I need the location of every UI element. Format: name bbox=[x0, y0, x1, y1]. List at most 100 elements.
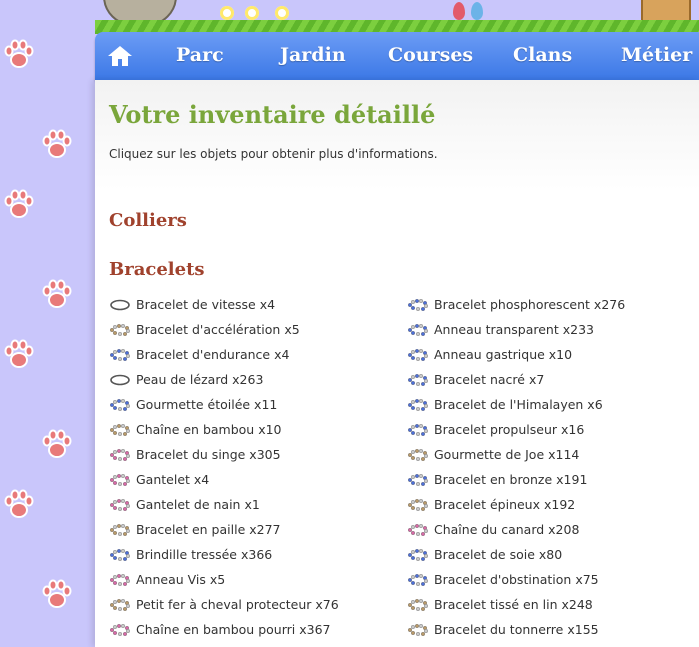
bead-bracelet-icon bbox=[110, 523, 131, 536]
list-item[interactable]: Bracelet en paille x277 bbox=[109, 517, 339, 542]
list-item[interactable]: Gourmette étoilée x11 bbox=[109, 392, 339, 417]
bead-bracelet-icon bbox=[110, 548, 131, 561]
home-icon[interactable] bbox=[107, 44, 133, 68]
paw-icon bbox=[40, 278, 74, 312]
intro-text: Cliquez sur les objets pour obtenir plus… bbox=[109, 147, 438, 161]
list-item[interactable]: Anneau transparent x233 bbox=[407, 317, 625, 342]
list-item[interactable]: Bracelet en bronze x191 bbox=[407, 467, 625, 492]
list-item[interactable]: Gantelet x4 bbox=[109, 467, 339, 492]
bead-bracelet-icon bbox=[110, 448, 131, 461]
paw-icon bbox=[2, 38, 36, 72]
list-item[interactable]: Bracelet d'accélération x5 bbox=[109, 317, 339, 342]
page-title: Votre inventaire détaillé bbox=[109, 100, 436, 129]
list-item[interactable]: Peau de lézard x263 bbox=[109, 367, 339, 392]
bead-bracelet-icon bbox=[408, 348, 429, 361]
paw-icon bbox=[40, 428, 74, 462]
nav-item-parc[interactable]: Parc bbox=[176, 44, 224, 66]
paw-icon bbox=[40, 578, 74, 612]
section-heading-bracelets[interactable]: Bracelets bbox=[109, 259, 205, 280]
bead-bracelet-icon bbox=[110, 623, 131, 636]
item-label: Gourmette de Joe x114 bbox=[434, 447, 580, 462]
item-label: Bracelet tissé en lin x248 bbox=[434, 597, 593, 612]
item-label: Peau de lézard x263 bbox=[136, 372, 264, 387]
bead-bracelet-icon bbox=[110, 573, 131, 586]
bead-bracelet-icon bbox=[110, 498, 131, 511]
item-label: Bracelet du tonnerre x155 bbox=[434, 622, 599, 637]
nav-item-clans[interactable]: Clans bbox=[513, 44, 572, 66]
paw-icon bbox=[2, 488, 36, 522]
list-item[interactable]: Bracelet de soie x80 bbox=[407, 542, 625, 567]
paw-icon bbox=[2, 338, 36, 372]
list-item[interactable]: Gourmette de Joe x114 bbox=[407, 442, 625, 467]
item-label: Bracelet phosphorescent x276 bbox=[434, 297, 626, 312]
item-label: Bracelet de soie x80 bbox=[434, 547, 563, 562]
bead-bracelet-icon bbox=[110, 398, 131, 411]
list-item[interactable]: Bracelet du singe x305 bbox=[109, 442, 339, 467]
bracelet-column-left: Bracelet de vitesse x4 Bracelet d'accélér… bbox=[109, 292, 339, 642]
list-item[interactable]: Chaîne du canard x208 bbox=[407, 517, 625, 542]
list-item[interactable]: Bracelet d'endurance x4 bbox=[109, 342, 339, 367]
list-item[interactable]: Bracelet phosphorescent x276 bbox=[407, 292, 625, 317]
item-label: Petit fer à cheval protecteur x76 bbox=[136, 597, 339, 612]
item-label: Chaîne en bambou pourri x367 bbox=[136, 622, 331, 637]
header-banner bbox=[95, 0, 699, 34]
list-item[interactable]: Petit fer à cheval protecteur x76 bbox=[109, 592, 339, 617]
bead-bracelet-icon bbox=[408, 323, 429, 336]
item-label: Bracelet propulseur x16 bbox=[434, 422, 585, 437]
ring-icon bbox=[110, 374, 130, 385]
item-label: Chaîne du canard x208 bbox=[434, 522, 580, 537]
item-label: Bracelet en bronze x191 bbox=[434, 472, 588, 487]
list-item[interactable]: Bracelet de l'Himalayen x6 bbox=[407, 392, 625, 417]
section-heading-colliers[interactable]: Colliers bbox=[109, 210, 187, 231]
item-label: Gantelet de nain x1 bbox=[136, 497, 260, 512]
item-label: Anneau Vis x5 bbox=[136, 572, 226, 587]
list-item[interactable]: Bracelet propulseur x16 bbox=[407, 417, 625, 442]
inventory-panel: Votre inventaire détaillé Cliquez sur le… bbox=[95, 80, 699, 647]
ring-icon bbox=[110, 299, 130, 310]
item-label: Bracelet nacré x7 bbox=[434, 372, 545, 387]
list-item[interactable]: Gantelet de nain x1 bbox=[109, 492, 339, 517]
list-item[interactable]: Bracelet d'obstination x75 bbox=[407, 567, 625, 592]
bead-bracelet-icon bbox=[408, 473, 429, 486]
item-label: Anneau gastrique x10 bbox=[434, 347, 573, 362]
nav-item-courses[interactable]: Courses bbox=[388, 44, 473, 66]
bead-bracelet-icon bbox=[408, 298, 429, 311]
item-label: Bracelet du singe x305 bbox=[136, 447, 281, 462]
paw-icon bbox=[2, 188, 36, 222]
list-item[interactable]: Bracelet du tonnerre x155 bbox=[407, 617, 625, 642]
item-label: Bracelet de vitesse x4 bbox=[136, 297, 276, 312]
item-label: Bracelet en paille x277 bbox=[136, 522, 281, 537]
item-label: Chaîne en bambou x10 bbox=[136, 422, 282, 437]
item-label: Brindille tressée x366 bbox=[136, 547, 273, 562]
bead-bracelet-icon bbox=[408, 623, 429, 636]
item-label: Bracelet de l'Himalayen x6 bbox=[434, 397, 603, 412]
bead-bracelet-icon bbox=[110, 348, 131, 361]
list-item[interactable]: Bracelet tissé en lin x248 bbox=[407, 592, 625, 617]
list-item[interactable]: Anneau gastrique x10 bbox=[407, 342, 625, 367]
easter-egg-icon bbox=[471, 2, 483, 20]
list-item[interactable]: Bracelet de vitesse x4 bbox=[109, 292, 339, 317]
bead-bracelet-icon bbox=[408, 498, 429, 511]
item-label: Bracelet épineux x192 bbox=[434, 497, 576, 512]
list-item[interactable]: Bracelet épineux x192 bbox=[407, 492, 625, 517]
list-item[interactable]: Anneau Vis x5 bbox=[109, 567, 339, 592]
bead-bracelet-icon bbox=[408, 373, 429, 386]
bead-bracelet-icon bbox=[408, 573, 429, 586]
list-item[interactable]: Chaîne en bambou x10 bbox=[109, 417, 339, 442]
flower-icon bbox=[245, 6, 259, 20]
item-label: Bracelet d'obstination x75 bbox=[434, 572, 599, 587]
nav-item-jardin[interactable]: Jardin bbox=[280, 44, 346, 66]
list-item[interactable]: Chaîne en bambou pourri x367 bbox=[109, 617, 339, 642]
bracelet-column-right: Bracelet phosphorescent x276 Anneau trans… bbox=[407, 292, 625, 642]
list-item[interactable]: Brindille tressée x366 bbox=[109, 542, 339, 567]
item-label: Anneau transparent x233 bbox=[434, 322, 594, 337]
item-label: Gantelet x4 bbox=[136, 472, 210, 487]
list-item[interactable]: Bracelet nacré x7 bbox=[407, 367, 625, 392]
bead-bracelet-icon bbox=[408, 423, 429, 436]
nav-item-metier[interactable]: Métier bbox=[621, 44, 692, 66]
bead-bracelet-icon bbox=[408, 398, 429, 411]
flower-icon bbox=[275, 6, 289, 20]
bead-bracelet-icon bbox=[408, 548, 429, 561]
bead-bracelet-icon bbox=[110, 423, 131, 436]
bead-bracelet-icon bbox=[110, 323, 131, 336]
